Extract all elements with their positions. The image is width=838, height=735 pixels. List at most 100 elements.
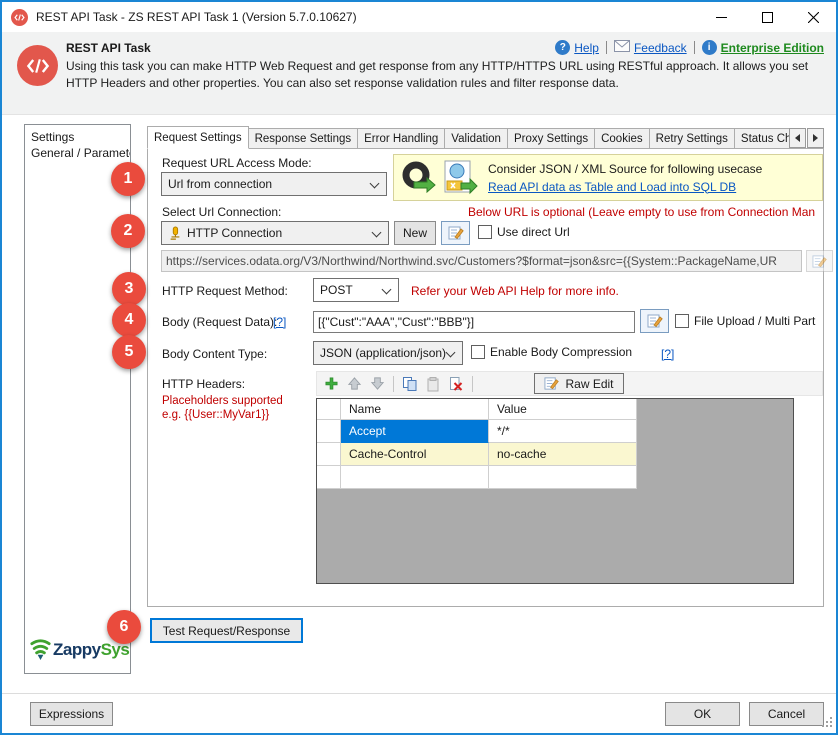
tab-retry-settings[interactable]: Retry Settings bbox=[650, 128, 735, 149]
ok-button[interactable]: OK bbox=[665, 702, 740, 726]
url-connection-value: HTTP Connection bbox=[187, 226, 282, 240]
maximize-button[interactable] bbox=[744, 2, 790, 32]
row-selector[interactable] bbox=[317, 443, 341, 466]
sidebar-item-settings[interactable]: Settings bbox=[31, 129, 130, 145]
close-button[interactable] bbox=[790, 2, 836, 32]
raw-edit-button[interactable]: Raw Edit bbox=[534, 373, 624, 394]
info-box-link[interactable]: Read API data as Table and Load into SQL… bbox=[488, 180, 736, 194]
url-access-mode-label: Request URL Access Mode: bbox=[162, 156, 312, 170]
body-content-type-dropdown[interactable]: JSON (application/json) bbox=[313, 341, 463, 365]
url-connection-dropdown[interactable]: HTTP Connection bbox=[161, 221, 389, 245]
url-access-mode-dropdown[interactable]: Url from connection bbox=[161, 172, 387, 196]
checkbox-box bbox=[471, 345, 485, 359]
tab-scroll-right-button[interactable] bbox=[807, 128, 824, 148]
step-badge-1: 1 bbox=[111, 162, 145, 196]
connection-icon bbox=[168, 225, 182, 241]
toolbar-separator bbox=[393, 376, 394, 392]
request-settings-panel: Request URL Access Mode: Url from connec… bbox=[147, 148, 824, 607]
tab-cookies[interactable]: Cookies bbox=[595, 128, 650, 149]
move-down-button[interactable] bbox=[368, 375, 386, 393]
header-value-cell[interactable]: no-cache bbox=[489, 443, 637, 466]
footer-divider bbox=[2, 693, 836, 694]
header-row-empty[interactable] bbox=[317, 466, 793, 489]
checkbox-box bbox=[478, 225, 492, 239]
tabstrip: Request Settings Response Settings Error… bbox=[147, 126, 824, 149]
grid-column-name: Name bbox=[341, 399, 489, 420]
copy-button[interactable] bbox=[401, 375, 419, 393]
test-request-response-button[interactable]: Test Request/Response bbox=[150, 618, 303, 643]
edit-pencil-icon bbox=[812, 254, 827, 269]
http-headers-label: HTTP Headers: bbox=[162, 377, 245, 391]
method-hint: Refer your Web API Help for more info. bbox=[411, 284, 619, 298]
row-selector[interactable] bbox=[317, 466, 341, 489]
raw-edit-label: Raw Edit bbox=[565, 377, 613, 391]
headers-toolbar: Raw Edit bbox=[316, 371, 823, 396]
zappysys-swirl-icon bbox=[28, 636, 53, 664]
chevron-down-icon bbox=[446, 348, 456, 358]
help-link[interactable]: Help bbox=[574, 41, 599, 55]
header-row-accept[interactable]: Accept */* bbox=[317, 420, 793, 443]
divider bbox=[694, 41, 695, 54]
edit-body-button[interactable] bbox=[640, 309, 669, 333]
http-method-dropdown[interactable]: POST bbox=[313, 278, 399, 302]
chevron-down-icon bbox=[382, 285, 392, 295]
file-upload-checkbox[interactable]: File Upload / Multi Part bbox=[675, 314, 815, 328]
window-title: REST API Task - ZS REST API Task 1 (Vers… bbox=[36, 10, 357, 24]
expressions-button[interactable]: Expressions bbox=[30, 702, 113, 726]
tab-error-handling[interactable]: Error Handling bbox=[358, 128, 445, 149]
file-upload-label: File Upload / Multi Part bbox=[694, 314, 815, 328]
header-name-cell[interactable]: Cache-Control bbox=[341, 443, 489, 466]
move-up-button[interactable] bbox=[345, 375, 363, 393]
rest-api-task-icon bbox=[17, 45, 58, 86]
tab-validation[interactable]: Validation bbox=[445, 128, 508, 149]
body-compression-checkbox[interactable]: Enable Body Compression bbox=[471, 345, 632, 359]
resize-grip[interactable] bbox=[820, 717, 832, 729]
info-box-text: Consider JSON / XML Source for following… bbox=[488, 160, 762, 178]
body-content-type-value: JSON (application/json) bbox=[320, 346, 446, 360]
task-description: Using this task you can make HTTP Web Re… bbox=[66, 58, 824, 92]
row-selector[interactable] bbox=[317, 420, 341, 443]
placeholders-hint-line1: Placeholders supported bbox=[162, 395, 283, 407]
body-content-type-label: Body Content Type: bbox=[162, 347, 267, 361]
triangle-right-icon bbox=[813, 134, 818, 142]
body-help-link[interactable]: [?] bbox=[273, 315, 286, 329]
header-name-cell[interactable] bbox=[341, 466, 489, 489]
url-optional-warning: Below URL is optional (Leave empty to us… bbox=[468, 205, 815, 219]
use-direct-url-checkbox[interactable]: Use direct Url bbox=[478, 225, 570, 239]
xml-export-icon bbox=[440, 159, 478, 197]
tab-request-settings[interactable]: Request Settings bbox=[147, 126, 249, 149]
grid-header-row: Name Value bbox=[317, 399, 793, 420]
json-source-icon bbox=[399, 159, 437, 197]
tab-scroll-left-button[interactable] bbox=[789, 128, 806, 148]
tab-proxy-settings[interactable]: Proxy Settings bbox=[508, 128, 595, 149]
delete-row-button[interactable] bbox=[447, 375, 465, 393]
sidebar-item-general-parameters[interactable]: General / Paramete bbox=[31, 145, 130, 161]
edit-url-button-disabled bbox=[806, 250, 833, 272]
info-box: Consider JSON / XML Source for following… bbox=[393, 154, 823, 201]
request-url-field[interactable] bbox=[161, 250, 802, 272]
edit-connection-button[interactable] bbox=[441, 221, 470, 245]
minimize-button[interactable] bbox=[698, 2, 744, 32]
body-request-data-input[interactable] bbox=[313, 311, 635, 333]
header-name-cell[interactable]: Accept bbox=[341, 420, 489, 443]
divider bbox=[606, 41, 607, 54]
content-type-help-link[interactable]: [?] bbox=[661, 347, 674, 361]
grid-column-value: Value bbox=[489, 399, 637, 420]
tab-response-settings[interactable]: Response Settings bbox=[249, 128, 359, 149]
chevron-down-icon bbox=[372, 228, 382, 238]
header-value-cell[interactable]: */* bbox=[489, 420, 637, 443]
edit-pencil-icon bbox=[544, 376, 559, 391]
cancel-button[interactable]: Cancel bbox=[749, 702, 824, 726]
header-row-cache-control[interactable]: Cache-Control no-cache bbox=[317, 443, 793, 466]
step-badge-5: 5 bbox=[112, 335, 146, 369]
edit-pencil-icon bbox=[448, 225, 464, 241]
new-connection-button[interactable]: New bbox=[394, 221, 436, 245]
header-value-cell[interactable] bbox=[489, 466, 637, 489]
enterprise-edition-link[interactable]: Enterprise Edition bbox=[721, 41, 824, 55]
app-icon bbox=[11, 9, 28, 26]
step-badge-6: 6 bbox=[107, 610, 141, 644]
checkbox-box bbox=[675, 314, 689, 328]
rest-api-task-dialog: REST API Task - ZS REST API Task 1 (Vers… bbox=[0, 0, 838, 735]
feedback-link[interactable]: Feedback bbox=[634, 41, 687, 55]
add-row-button[interactable] bbox=[322, 375, 340, 393]
